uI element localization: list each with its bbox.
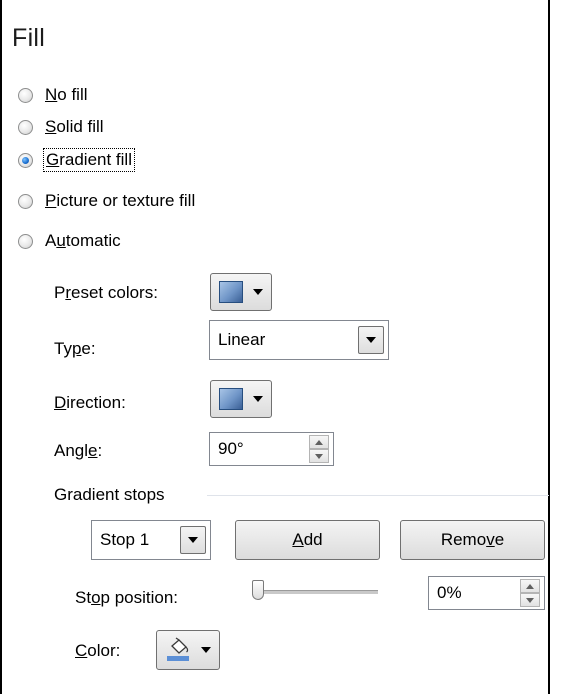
angle-increment-button[interactable] (309, 435, 329, 449)
paint-bucket-icon (165, 637, 191, 663)
angle-value: 90° (218, 439, 244, 458)
radio-label: Gradient fill (43, 148, 135, 172)
stop-position-spin-buttons (520, 579, 540, 607)
type-select-value: Linear (218, 330, 266, 349)
slider-track (260, 590, 378, 594)
angle-label: Angle: (54, 441, 103, 460)
stop-select[interactable]: Stop 1 (91, 520, 211, 560)
gradient-swatch-icon (219, 388, 243, 410)
chevron-down-icon (366, 337, 376, 343)
radio-label: Automatic (45, 231, 121, 250)
radio-gradient-fill[interactable]: Gradient fill (18, 148, 135, 172)
stop-position-slider[interactable] (252, 578, 382, 606)
radio-solid-fill[interactable]: Solid fill (18, 115, 104, 139)
stop-select-value: Stop 1 (100, 530, 150, 549)
radio-button[interactable] (18, 233, 33, 249)
arrow-down-icon (315, 453, 323, 459)
add-stop-button[interactable]: Add (235, 520, 380, 560)
radio-label: Picture or texture fill (45, 191, 196, 210)
gradient-stops-title: Gradient stops (54, 485, 165, 504)
radio-button[interactable] (18, 87, 33, 103)
gradient-swatch-icon (219, 281, 243, 303)
radio-label: No fill (45, 85, 88, 104)
type-select-arrow[interactable] (358, 326, 384, 354)
chevron-down-icon (253, 289, 263, 295)
arrow-up-icon (526, 583, 534, 589)
slider-thumb[interactable] (252, 580, 264, 600)
section-divider (207, 495, 549, 496)
chevron-down-icon (201, 647, 211, 653)
stop-select-arrow[interactable] (180, 526, 206, 554)
direction-dropdown[interactable] (210, 380, 272, 418)
preset-colors-dropdown[interactable] (210, 273, 272, 311)
chevron-down-icon (188, 537, 198, 543)
radio-automatic[interactable]: Automatic (18, 229, 121, 253)
section-heading: Fill (12, 24, 46, 52)
format-fill-panel: Fill No fill Solid fill Gradient fill Pi… (0, 0, 550, 694)
radio-button[interactable] (18, 193, 33, 209)
angle-decrement-button[interactable] (309, 449, 329, 463)
radio-no-fill[interactable]: No fill (18, 83, 88, 107)
stop-position-value: 0% (437, 583, 462, 602)
angle-spinner[interactable]: 90° (209, 432, 334, 466)
angle-spin-buttons (309, 435, 329, 463)
radio-button-selected[interactable] (18, 152, 33, 168)
radio-picture-texture-fill[interactable]: Picture or texture fill (18, 189, 195, 213)
arrow-down-icon (526, 597, 534, 603)
direction-label: Direction: (54, 393, 126, 412)
radio-label: Solid fill (45, 117, 104, 136)
stop-position-label: Stop position: (75, 588, 179, 607)
stop-position-increment-button[interactable] (520, 579, 540, 593)
remove-stop-button[interactable]: Remo v e (400, 520, 545, 560)
color-dropdown[interactable] (156, 630, 220, 670)
stop-position-spinner[interactable]: 0% (428, 576, 545, 610)
color-label: Color: (75, 641, 121, 660)
preset-colors-label: Preset colors: (54, 283, 158, 302)
radio-dot (22, 156, 29, 164)
chevron-down-icon (253, 396, 263, 402)
type-label: Type: (54, 339, 96, 358)
type-select[interactable]: Linear (209, 320, 389, 360)
arrow-up-icon (315, 439, 323, 445)
stop-position-decrement-button[interactable] (520, 593, 540, 607)
radio-button[interactable] (18, 119, 33, 135)
